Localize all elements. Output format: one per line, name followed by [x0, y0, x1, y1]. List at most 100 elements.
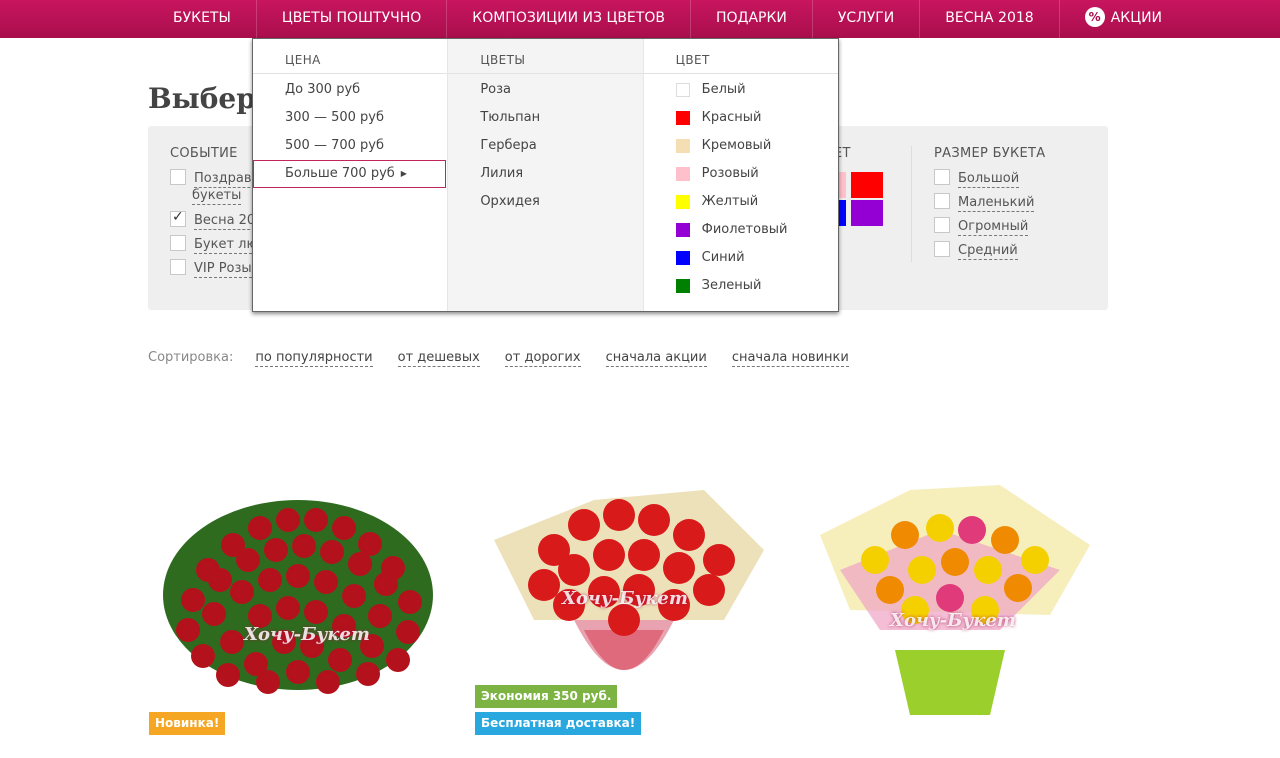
product-card[interactable]: Хочу-Букет Экономия 350 руб. Бесплатная …	[474, 420, 774, 736]
filter-size-label[interactable]: Средний	[958, 242, 1018, 260]
color-option-label: Желтый	[701, 194, 759, 209]
dropdown-column-color: ЦВЕТ Белый Красный Кремовый Розовый Желтый Фи…	[643, 39, 838, 311]
top-navigation: БУКЕТЫ ЦВЕТЫ ПОШТУЧНО КОМПОЗИЦИИ ИЗ ЦВЕТ…	[0, 0, 1280, 44]
nav-item-spring-2018[interactable]: ВЕСНА 2018	[920, 0, 1060, 38]
product-image-red-gerberas[interactable]	[474, 420, 774, 720]
color-option[interactable]: Синий	[644, 244, 838, 272]
mega-dropdown-menu: ЦЕНА До 300 руб 300 — 500 руб 500 — 700 …	[252, 38, 839, 312]
filter-size-label[interactable]: Маленький	[958, 194, 1035, 212]
filter-divider	[911, 146, 912, 262]
dropdown-price-title: ЦЕНА	[253, 39, 448, 74]
price-option[interactable]: 300 — 500 руб	[253, 104, 447, 132]
nav-item-compositions[interactable]: КОМПОЗИЦИИ ИЗ ЦВЕТОВ	[447, 0, 691, 38]
product-card[interactable]: Хочу-Букет Новинка!	[148, 420, 448, 736]
sort-by-expensive[interactable]: от дорогих	[504, 350, 581, 367]
top-navigation-menu: БУКЕТЫ ЦВЕТЫ ПОШТУЧНО КОМПОЗИЦИИ ИЗ ЦВЕТ…	[148, 0, 1187, 44]
filter-event-item[interactable]: Весна 20	[170, 209, 256, 230]
filter-size-item[interactable]: Огромный	[934, 217, 1029, 236]
nav-item-services[interactable]: УСЛУГИ	[813, 0, 921, 38]
filter-event-label[interactable]: Букет лю	[194, 236, 258, 254]
color-swatch	[675, 111, 690, 125]
color-option[interactable]: Белый	[644, 76, 838, 104]
filter-size-title: РАЗМЕР БУКЕТА	[934, 146, 1046, 161]
checkbox[interactable]	[934, 193, 950, 209]
color-option[interactable]: Желтый	[644, 188, 838, 216]
color-option[interactable]: Красный	[644, 104, 838, 132]
filter-event-item[interactable]: Поздрави	[170, 169, 260, 188]
badge-free-delivery: Бесплатная доставка!	[475, 712, 642, 735]
sort-promotions-first[interactable]: сначала акции	[605, 350, 707, 367]
filter-size-label[interactable]: Большой	[958, 170, 1020, 188]
color-option-label: Розовый	[701, 166, 759, 181]
badge-new: Новинка!	[149, 712, 226, 735]
color-swatch-violet[interactable]	[851, 200, 883, 226]
sort-new-first[interactable]: сначала новинки	[731, 350, 849, 367]
color-option-label: Кремовый	[701, 138, 772, 153]
color-swatch-red[interactable]	[851, 172, 883, 198]
color-option[interactable]: Зеленый	[644, 272, 838, 300]
filter-size-item[interactable]: Большой	[934, 169, 1020, 188]
filter-size-item[interactable]: Средний	[934, 241, 1018, 260]
color-option[interactable]: Фиолетовый	[644, 216, 838, 244]
price-option-highlighted[interactable]: Больше 700 руб ▶	[253, 160, 447, 188]
flower-option[interactable]: Лилия	[448, 160, 642, 188]
percent-icon: %	[1084, 7, 1105, 27]
filter-event-item[interactable]: VIP Розы	[170, 259, 252, 278]
price-option[interactable]: 500 — 700 руб	[253, 132, 447, 160]
filter-size-item[interactable]: Маленький	[934, 193, 1035, 212]
nav-item-gifts[interactable]: ПОДАРКИ	[691, 0, 813, 38]
caret-right-icon: ▶	[400, 169, 407, 178]
badge-savings: Экономия 350 руб.	[475, 685, 618, 708]
price-option-label: Больше 700 руб	[285, 166, 395, 181]
dropdown-column-flowers: ЦВЕТЫ Роза Тюльпан Гербера Лилия Орхидея	[448, 39, 644, 311]
checkbox[interactable]	[934, 217, 950, 233]
dropdown-column-price: ЦЕНА До 300 руб 300 — 500 руб 500 — 700 …	[253, 39, 449, 311]
filter-event-item[interactable]: Букет лю	[170, 235, 258, 254]
checkbox[interactable]	[934, 241, 950, 257]
checkbox[interactable]	[170, 169, 186, 185]
checkbox[interactable]	[170, 259, 186, 275]
flower-option[interactable]: Тюльпан	[448, 104, 642, 132]
sort-by-cheapest[interactable]: от дешевых	[397, 350, 480, 367]
color-swatch	[675, 195, 690, 209]
color-option-label: Синий	[701, 250, 745, 265]
nav-item-single-flowers[interactable]: ЦВЕТЫ ПОШТУЧНО	[257, 0, 448, 44]
color-option-label: Красный	[701, 110, 762, 125]
filter-event-label[interactable]: Поздрави	[194, 170, 260, 188]
nav-item-bouquets[interactable]: БУКЕТЫ	[148, 0, 257, 38]
color-swatch	[675, 279, 690, 293]
dropdown-color-title: ЦВЕТ	[643, 39, 838, 74]
product-watermark: Хочу-Букет	[890, 610, 1016, 631]
nav-item-promotions-label: АКЦИИ	[1110, 10, 1163, 26]
flower-option[interactable]: Орхидея	[448, 188, 642, 216]
flower-option[interactable]: Гербера	[448, 132, 642, 160]
filter-event-title: СОБЫТИЕ	[170, 146, 238, 161]
checkbox[interactable]	[170, 235, 186, 251]
sort-bar: Сортировка: по популярности от дешевых от д…	[148, 350, 874, 367]
dropdown-flowers-title: ЦВЕТЫ	[448, 39, 643, 74]
sort-by-popularity[interactable]: по популярности	[255, 350, 373, 367]
nav-item-promotions[interactable]: % АКЦИИ	[1060, 0, 1187, 38]
product-card[interactable]: Хочу-Букет	[800, 420, 1100, 736]
price-option[interactable]: До 300 руб	[253, 76, 447, 104]
color-option-label: Белый	[701, 82, 746, 97]
filter-event-label[interactable]: букеты	[192, 188, 242, 205]
filter-event-item-continued[interactable]: букеты	[192, 188, 242, 205]
color-swatch	[675, 83, 690, 97]
product-watermark: Хочу-Букет	[244, 624, 370, 645]
product-watermark: Хочу-Букет	[562, 588, 688, 609]
checkbox[interactable]	[934, 169, 950, 185]
product-image-gerbera-mix[interactable]	[800, 420, 1100, 720]
product-image-red-roses[interactable]	[148, 420, 448, 720]
checkbox-checked[interactable]	[170, 209, 186, 227]
color-option-label: Фиолетовый	[701, 222, 788, 237]
filter-size-label[interactable]: Огромный	[958, 218, 1029, 236]
color-swatch	[675, 167, 690, 181]
filter-event-label[interactable]: VIP Розы	[194, 260, 252, 278]
sort-label: Сортировка:	[148, 350, 234, 365]
filter-event-label[interactable]: Весна 20	[194, 212, 256, 230]
flower-option[interactable]: Роза	[448, 76, 642, 104]
color-option[interactable]: Кремовый	[644, 132, 838, 160]
color-swatch	[675, 139, 690, 153]
color-option[interactable]: Розовый	[644, 160, 838, 188]
